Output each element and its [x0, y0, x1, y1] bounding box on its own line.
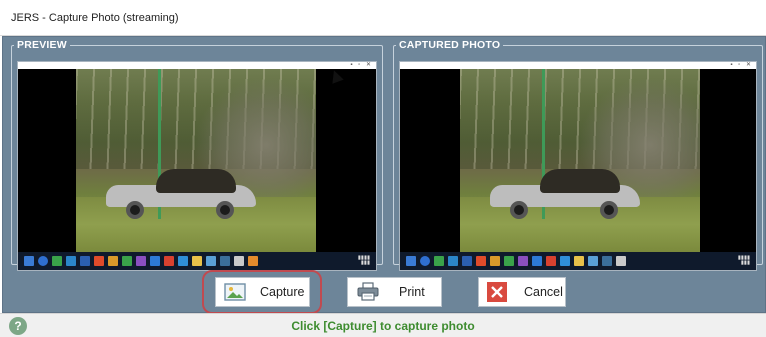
- start-icon: [24, 256, 34, 266]
- car-image: [106, 165, 256, 219]
- preview-window-controls-icon: ▪ ▫ ✕: [350, 62, 373, 68]
- captured-window-controls-icon: ▪ ▫ ✕: [730, 62, 753, 68]
- app-icon: [164, 256, 174, 266]
- browser-icon: [420, 256, 430, 266]
- app-icon: [52, 256, 62, 266]
- title-bar: JERS - Capture Photo (streaming): [0, 0, 766, 36]
- app-icon: [518, 256, 528, 266]
- capture-photo-window: JERS - Capture Photo (streaming) PREVIEW…: [0, 0, 766, 337]
- app-icon: [136, 256, 146, 266]
- preview-video-titlebar: ▪ ▫ ✕: [18, 62, 376, 69]
- cancel-button[interactable]: Cancel: [478, 277, 566, 307]
- print-button[interactable]: Print: [347, 277, 442, 307]
- app-icon: [504, 256, 514, 266]
- captured-taskbar: ▮▮▮▮ ▮▮▮: [400, 252, 756, 270]
- app-icon: [234, 256, 244, 266]
- dialog-body: PREVIEW ▪ ▫ ✕ ▮▮▮▮ ▮▮▮ CAPTURED PHOTO ▪ …: [2, 36, 766, 314]
- app-icon: [490, 256, 500, 266]
- mouse-cursor-icon: [328, 68, 344, 84]
- print-label: Print: [399, 285, 425, 299]
- preview-video: ▪ ▫ ✕ ▮▮▮▮ ▮▮▮: [17, 61, 377, 271]
- start-icon: [406, 256, 416, 266]
- printer-icon: [357, 282, 379, 301]
- app-icon: [434, 256, 444, 266]
- app-icon: [178, 256, 188, 266]
- app-icon: [220, 256, 230, 266]
- captured-video-titlebar: ▪ ▫ ✕: [400, 62, 756, 69]
- image-icon: [224, 283, 246, 301]
- app-icon: [532, 256, 542, 266]
- preview-legend: PREVIEW: [17, 39, 67, 51]
- app-icon: [574, 256, 584, 266]
- app-icon: [560, 256, 570, 266]
- app-icon: [66, 256, 76, 266]
- app-icon: [94, 256, 104, 266]
- captured-photo-image: ▪ ▫ ✕ ▮▮▮▮ ▮▮▮: [399, 61, 757, 271]
- captured-photo-panel: CAPTURED PHOTO ▪ ▫ ✕ ▮▮▮▮ ▮▮▮: [393, 39, 763, 271]
- app-icon: [248, 256, 258, 266]
- preview-scene-image: [76, 69, 316, 252]
- app-icon: [150, 256, 160, 266]
- app-icon: [192, 256, 202, 266]
- preview-panel: PREVIEW ▪ ▫ ✕ ▮▮▮▮ ▮▮▮: [11, 39, 383, 271]
- app-icon: [448, 256, 458, 266]
- app-icon: [108, 256, 118, 266]
- captured-video-area: [400, 69, 756, 252]
- app-icon: [206, 256, 216, 266]
- app-icon: [588, 256, 598, 266]
- capture-label: Capture: [260, 285, 305, 299]
- captured-system-tray: ▮▮▮▮ ▮▮▮: [737, 255, 750, 266]
- car-image: [490, 165, 640, 219]
- capture-button[interactable]: Capture: [215, 277, 310, 307]
- preview-video-area: [18, 68, 376, 252]
- app-icon: [122, 256, 132, 266]
- app-icon: [476, 256, 486, 266]
- status-bar: ? Click [Capture] to capture photo: [0, 313, 766, 337]
- close-icon: [487, 282, 507, 302]
- cancel-label: Cancel: [524, 285, 563, 299]
- preview-taskbar: ▮▮▮▮ ▮▮▮: [18, 252, 376, 270]
- preview-system-tray: ▮▮▮▮ ▮▮▮: [357, 255, 370, 266]
- app-icon: [80, 256, 90, 266]
- app-icon: [602, 256, 612, 266]
- status-message: Click [Capture] to capture photo: [291, 319, 475, 333]
- captured-photo-legend: CAPTURED PHOTO: [399, 39, 501, 51]
- window-title: JERS - Capture Photo (streaming): [11, 12, 179, 24]
- captured-scene-image: [460, 69, 700, 252]
- app-icon: [546, 256, 556, 266]
- app-icon: [616, 256, 626, 266]
- browser-icon: [38, 256, 48, 266]
- app-icon: [462, 256, 472, 266]
